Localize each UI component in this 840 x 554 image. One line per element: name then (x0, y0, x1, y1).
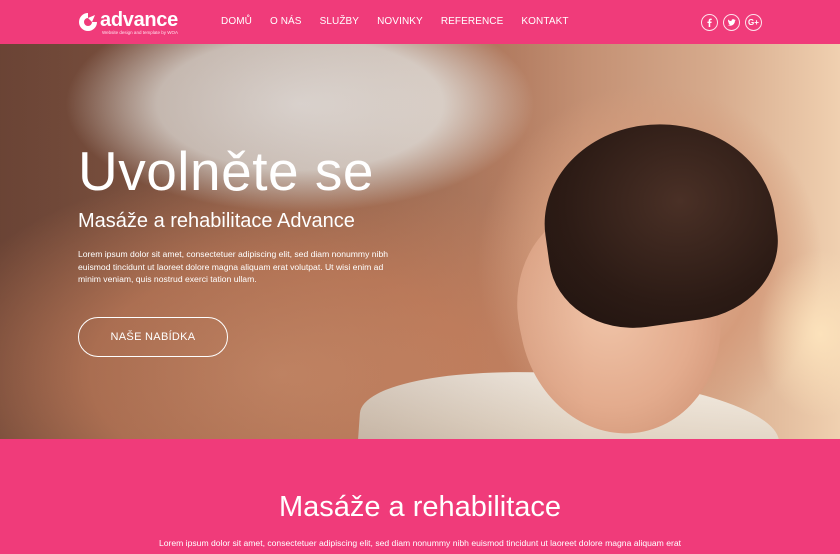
logo-wordmark: advance (100, 9, 178, 31)
logo-mark-icon (79, 13, 97, 31)
hero-subtitle: Masáže a rehabilitace Advance (78, 210, 355, 232)
social-links: G+ (696, 14, 762, 31)
services-section: Masáže a rehabilitace Lorem ipsum dolor … (0, 439, 840, 554)
section-description: Lorem ipsum dolor sit amet, consectetuer… (158, 538, 682, 548)
nav-item-kontakt[interactable]: KONTAKT (521, 0, 568, 44)
nav-item-reference[interactable]: REFERENCE (441, 0, 504, 44)
logo-tagline: Website design and template by WOA (102, 30, 178, 35)
hero-overlay (0, 44, 840, 439)
section-title: Masáže a rehabilitace (278, 491, 562, 523)
main-nav: DOMŮ O NÁS SLUŽBY NOVINKY REFERENCE KONT… (221, 0, 587, 44)
nav-item-sluzby[interactable]: SLUŽBY (320, 0, 360, 44)
hero-banner: Uvolněte se Masáže a rehabilitace Advanc… (0, 44, 840, 439)
nav-item-o-nas[interactable]: O NÁS (270, 0, 302, 44)
nav-item-novinky[interactable]: NOVINKY (377, 0, 423, 44)
google-plus-label: G+ (748, 18, 759, 27)
nav-item-domu[interactable]: DOMŮ (221, 0, 252, 44)
google-plus-icon[interactable]: G+ (745, 14, 762, 31)
hero-description: Lorem ipsum dolor sit amet, consectetuer… (78, 249, 389, 284)
twitter-icon[interactable] (723, 14, 740, 31)
facebook-icon[interactable] (701, 14, 718, 31)
logo[interactable]: advance Website design and template by W… (78, 10, 178, 38)
site-header: advance Website design and template by W… (0, 0, 840, 44)
hero-title: Uvolněte se (78, 140, 374, 202)
offer-button[interactable]: NAŠE NABÍDKA (78, 317, 228, 357)
